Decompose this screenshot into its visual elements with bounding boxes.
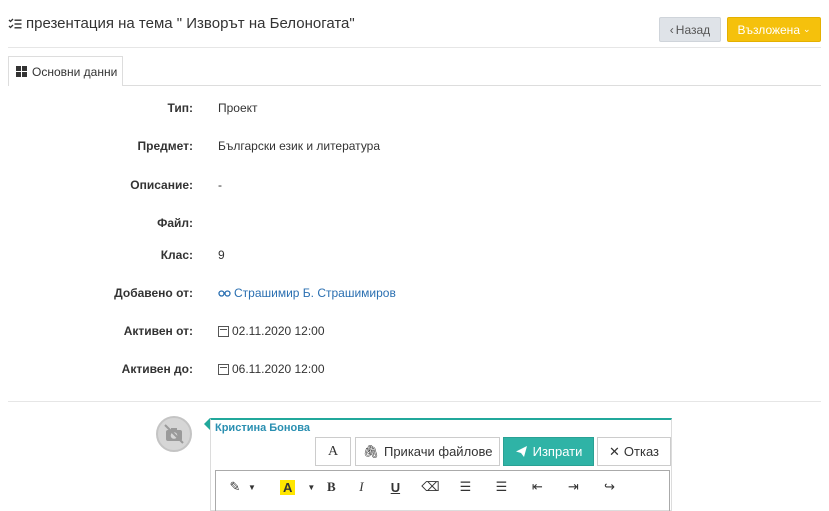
- detail-row-active-from: Активен от: 02.11.2020 12:00: [0, 322, 600, 340]
- font-toggle-button[interactable]: A: [315, 437, 351, 466]
- detail-label: Предмет:: [137, 139, 193, 153]
- author-link[interactable]: Страшимир Б. Страшимиров: [218, 286, 396, 300]
- indent-icon[interactable]: ⇥: [555, 479, 591, 495]
- author-name: Страшимир Б. Страшимиров: [234, 286, 396, 300]
- magic-wand-icon[interactable]: ✎: [224, 479, 246, 495]
- detail-row-description: Описание: -: [0, 176, 600, 194]
- redo-icon[interactable]: ↪: [591, 479, 627, 495]
- detail-label: Файл:: [157, 216, 193, 230]
- detail-label: Клас:: [160, 248, 193, 262]
- no-photo-icon: [164, 424, 184, 444]
- detail-value: Български език и литература: [218, 139, 381, 153]
- attach-files-button[interactable]: 🖇 Прикачи файлове: [355, 437, 500, 466]
- status-label: Възложена: [737, 22, 800, 37]
- send-label: Изпрати: [532, 444, 583, 459]
- eraser-icon[interactable]: ⌫: [413, 479, 447, 495]
- calendar-icon: [218, 325, 229, 337]
- tab-label: Основни данни: [32, 64, 118, 79]
- font-label: A: [327, 443, 339, 459]
- back-label: Назад: [675, 22, 711, 37]
- page-title-wrap: презентация на тема " Изворът на Белоног…: [8, 15, 355, 32]
- paper-plane-icon: [515, 446, 527, 457]
- status-dropdown-button[interactable]: Възложена ⌄: [727, 17, 821, 42]
- detail-label: Активен до:: [121, 362, 193, 376]
- back-button[interactable]: ‹ Назад: [659, 17, 721, 42]
- editor-toolbar: ✎ ▼ A ▼ B I U ⌫ ☰ ☰ ⇤ ⇥ ↪: [224, 478, 627, 496]
- divider: [8, 401, 821, 402]
- detail-value: 9: [218, 248, 225, 262]
- send-button[interactable]: Изпрати: [503, 437, 594, 466]
- detail-value: 02.11.2020 12:00: [218, 324, 325, 338]
- close-icon: ✕: [609, 443, 620, 459]
- tab-divider: [122, 85, 821, 86]
- detail-value: 06.11.2020 12:00: [218, 362, 325, 376]
- page-title: презентация на тема " Изворът на Белоног…: [26, 15, 355, 32]
- divider: [8, 47, 821, 48]
- tab-basic-data[interactable]: Основни данни: [8, 56, 123, 86]
- detail-label: Добавено от:: [114, 286, 193, 300]
- paperclip-icon: 🖇: [362, 443, 379, 459]
- chevron-down-icon: ⌄: [803, 24, 811, 34]
- detail-label: Описание:: [130, 178, 193, 192]
- italic-icon[interactable]: I: [345, 479, 377, 495]
- calendar-icon: [218, 363, 229, 375]
- detail-row-added-by: Добавено от: Страшимир Б. Страшимиров: [0, 284, 600, 302]
- detail-row-active-to: Активен до: 06.11.2020 12:00: [0, 360, 600, 378]
- bulleted-list-icon[interactable]: ☰: [447, 479, 483, 495]
- detail-label: Активен от:: [123, 324, 193, 338]
- page-header: презентация на тема " Изворът на Белоног…: [0, 0, 829, 46]
- cancel-label: Отказ: [623, 444, 659, 459]
- detail-value: Проект: [218, 101, 258, 115]
- user-link-icon: [218, 289, 231, 297]
- chevron-down-icon: ▼: [248, 482, 256, 492]
- detail-row-subject: Предмет: Български език и литература: [0, 137, 600, 155]
- avatar: [156, 416, 192, 452]
- detail-row-type: Тип: Проект: [0, 99, 600, 117]
- list-check-icon: [8, 18, 22, 28]
- grid-icon: [16, 66, 27, 77]
- highlight-color-icon[interactable]: A: [280, 479, 296, 495]
- detail-label: Тип:: [167, 101, 194, 115]
- attach-label: Прикачи файлове: [383, 444, 493, 459]
- detail-row-class: Клас: 9: [0, 246, 600, 264]
- chevron-down-icon: ▼: [307, 482, 316, 492]
- date-text: 02.11.2020 12:00: [232, 324, 325, 338]
- numbered-list-icon[interactable]: ☰: [483, 479, 519, 495]
- underline-icon[interactable]: U: [377, 480, 413, 495]
- detail-value: -: [218, 178, 222, 192]
- bold-icon[interactable]: B: [317, 479, 345, 495]
- comment-author: Кристина Бонова: [215, 422, 311, 434]
- chevron-left-icon: ‹: [669, 22, 674, 37]
- date-text: 06.11.2020 12:00: [232, 362, 325, 376]
- cancel-button[interactable]: ✕ Отказ: [597, 437, 671, 466]
- outdent-icon[interactable]: ⇤: [519, 479, 555, 495]
- detail-row-file: Файл:: [0, 214, 600, 232]
